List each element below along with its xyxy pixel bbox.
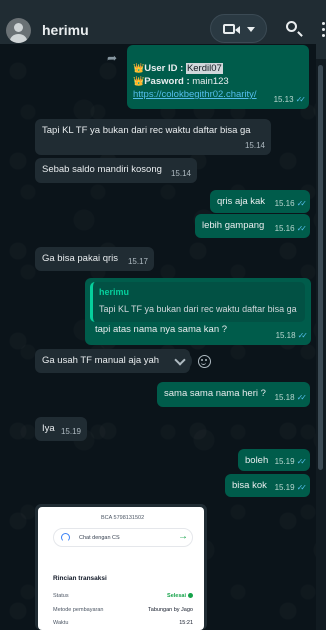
- message-time: 15.14: [244, 141, 265, 150]
- message-outgoing[interactable]: sama sama nama heri ? 15.18 ✓✓: [157, 382, 310, 407]
- message-meta: 15.16 ✓✓: [274, 224, 308, 233]
- cs-label: Chat dengan CS: [79, 535, 120, 541]
- quoted-message[interactable]: herimu Tapi KL TF ya bukan dari rec wakt…: [90, 282, 305, 322]
- check-icon: [188, 593, 193, 599]
- message-text: Ga bisa pakai qris: [42, 253, 119, 264]
- message-meta: 15.16 ✓✓: [274, 199, 308, 208]
- read-ticks-icon: ✓✓: [297, 331, 309, 340]
- more-vertical-icon[interactable]: [321, 22, 326, 37]
- message-incoming[interactable]: Ga usah TF manual aja yah: [35, 349, 190, 373]
- read-ticks-icon: ✓✓: [296, 199, 308, 208]
- message-meta: 15.18 ✓✓: [274, 393, 308, 402]
- message-time: 15.19: [60, 427, 81, 436]
- receipt-row-method: Metode pembayaran Tabungan by Jago: [53, 607, 193, 613]
- receipt-title: Rincian transaksi: [53, 575, 107, 582]
- message-meta: 15.18 ✓✓: [275, 331, 309, 340]
- chevron-down-icon: [247, 27, 255, 32]
- scroll-thumb[interactable]: [318, 65, 323, 470]
- message-text: Iya: [42, 423, 55, 434]
- message-text: boleh: [245, 455, 269, 466]
- message-meta: 15.19 ✓✓: [274, 457, 308, 466]
- message-outgoing[interactable]: 👑User ID : Kerdil07 👑Pasword : main123 h…: [127, 45, 309, 109]
- row-label: Waktu: [53, 620, 69, 626]
- message-incoming[interactable]: Ga bisa pakai qris 15.17: [35, 247, 154, 271]
- message-outgoing[interactable]: bisa kok 15.19 ✓✓: [225, 474, 310, 497]
- message-text: bisa kok: [232, 480, 267, 491]
- receipt-image[interactable]: BCA 5798131502 Chat dengan CS → Rincian …: [38, 507, 204, 630]
- message-text: lebih gampang: [202, 220, 265, 231]
- read-ticks-icon: ✓✓: [296, 457, 308, 466]
- receipt-row-status: Status Selesai: [53, 593, 193, 599]
- message-text: sama sama nama heri ?: [164, 388, 266, 399]
- row-value: 15:21: [179, 620, 193, 626]
- row-label: Metode pembayaran: [53, 607, 104, 613]
- message-incoming[interactable]: Iya 15.19: [35, 417, 87, 441]
- contact-name[interactable]: herimu: [42, 22, 89, 38]
- chat-scrollbar[interactable]: [316, 59, 326, 630]
- receipt-row-time: Waktu 15:21: [53, 620, 193, 626]
- row-value: Selesai: [167, 593, 193, 599]
- message-meta: 15.19 ✓✓: [274, 483, 308, 492]
- message-outgoing[interactable]: lebih gampang 15.16 ✓✓: [195, 214, 310, 238]
- message-outgoing[interactable]: boleh 15.19 ✓✓: [238, 449, 310, 471]
- read-ticks-icon: ✓✓: [296, 393, 308, 402]
- quote-text: Tapi KL TF ya bukan dari rec waktu dafta…: [99, 304, 297, 314]
- video-call-button[interactable]: [210, 14, 267, 43]
- read-ticks-icon: ✓✓: [296, 483, 308, 492]
- message-incoming[interactable]: Tapi KL TF ya bukan dari rec waktu dafta…: [35, 119, 271, 155]
- userid-label: User ID :: [144, 63, 186, 74]
- message-text: Ga usah TF manual aja yah: [42, 355, 160, 366]
- crown-icon: 👑: [133, 76, 145, 86]
- row-label: Status: [53, 593, 69, 599]
- receipt-bank: BCA 5798131502: [101, 515, 145, 521]
- message-text: qris aja kak: [217, 196, 266, 207]
- message-text: Sebab saldo mandiri kosong: [42, 164, 162, 175]
- avatar[interactable]: [6, 18, 31, 43]
- message-time: 15.14: [170, 169, 191, 178]
- message-text: tapi atas nama nya sama kan ?: [95, 324, 228, 335]
- password-label: Pasword :: [144, 76, 193, 87]
- row-value: Tabungan by Jago: [148, 607, 193, 613]
- message-text: Tapi KL TF ya bukan dari rec waktu dafta…: [42, 125, 251, 136]
- chat-cs-button: Chat dengan CS →: [53, 528, 193, 547]
- read-ticks-icon: ✓✓: [295, 95, 307, 104]
- read-ticks-icon: ✓✓: [296, 224, 308, 233]
- emoji-reaction-icon[interactable]: [198, 355, 211, 368]
- message-outgoing[interactable]: qris aja kak 15.16 ✓✓: [210, 190, 310, 213]
- message-incoming[interactable]: Sebab saldo mandiri kosong 15.14: [35, 158, 197, 183]
- forward-icon[interactable]: ➦: [107, 52, 119, 64]
- headset-icon: [61, 533, 70, 542]
- message-time: 15.17: [127, 257, 148, 266]
- message-meta: 15.13 ✓✓: [273, 95, 307, 104]
- message-options-button[interactable]: [170, 351, 192, 371]
- userid-value: Kerdil07: [185, 63, 223, 74]
- crown-icon: 👑: [133, 63, 145, 73]
- message-outgoing-reply[interactable]: herimu Tapi KL TF ya bukan dari rec wakt…: [85, 278, 311, 345]
- search-icon[interactable]: [286, 21, 297, 32]
- arrow-right-icon: →: [178, 531, 188, 542]
- quote-author: herimu: [99, 287, 130, 297]
- password-value: main123: [192, 76, 229, 87]
- image-message[interactable]: BCA 5798131502 Chat dengan CS → Rincian …: [35, 504, 207, 630]
- video-call-icon: [223, 24, 235, 34]
